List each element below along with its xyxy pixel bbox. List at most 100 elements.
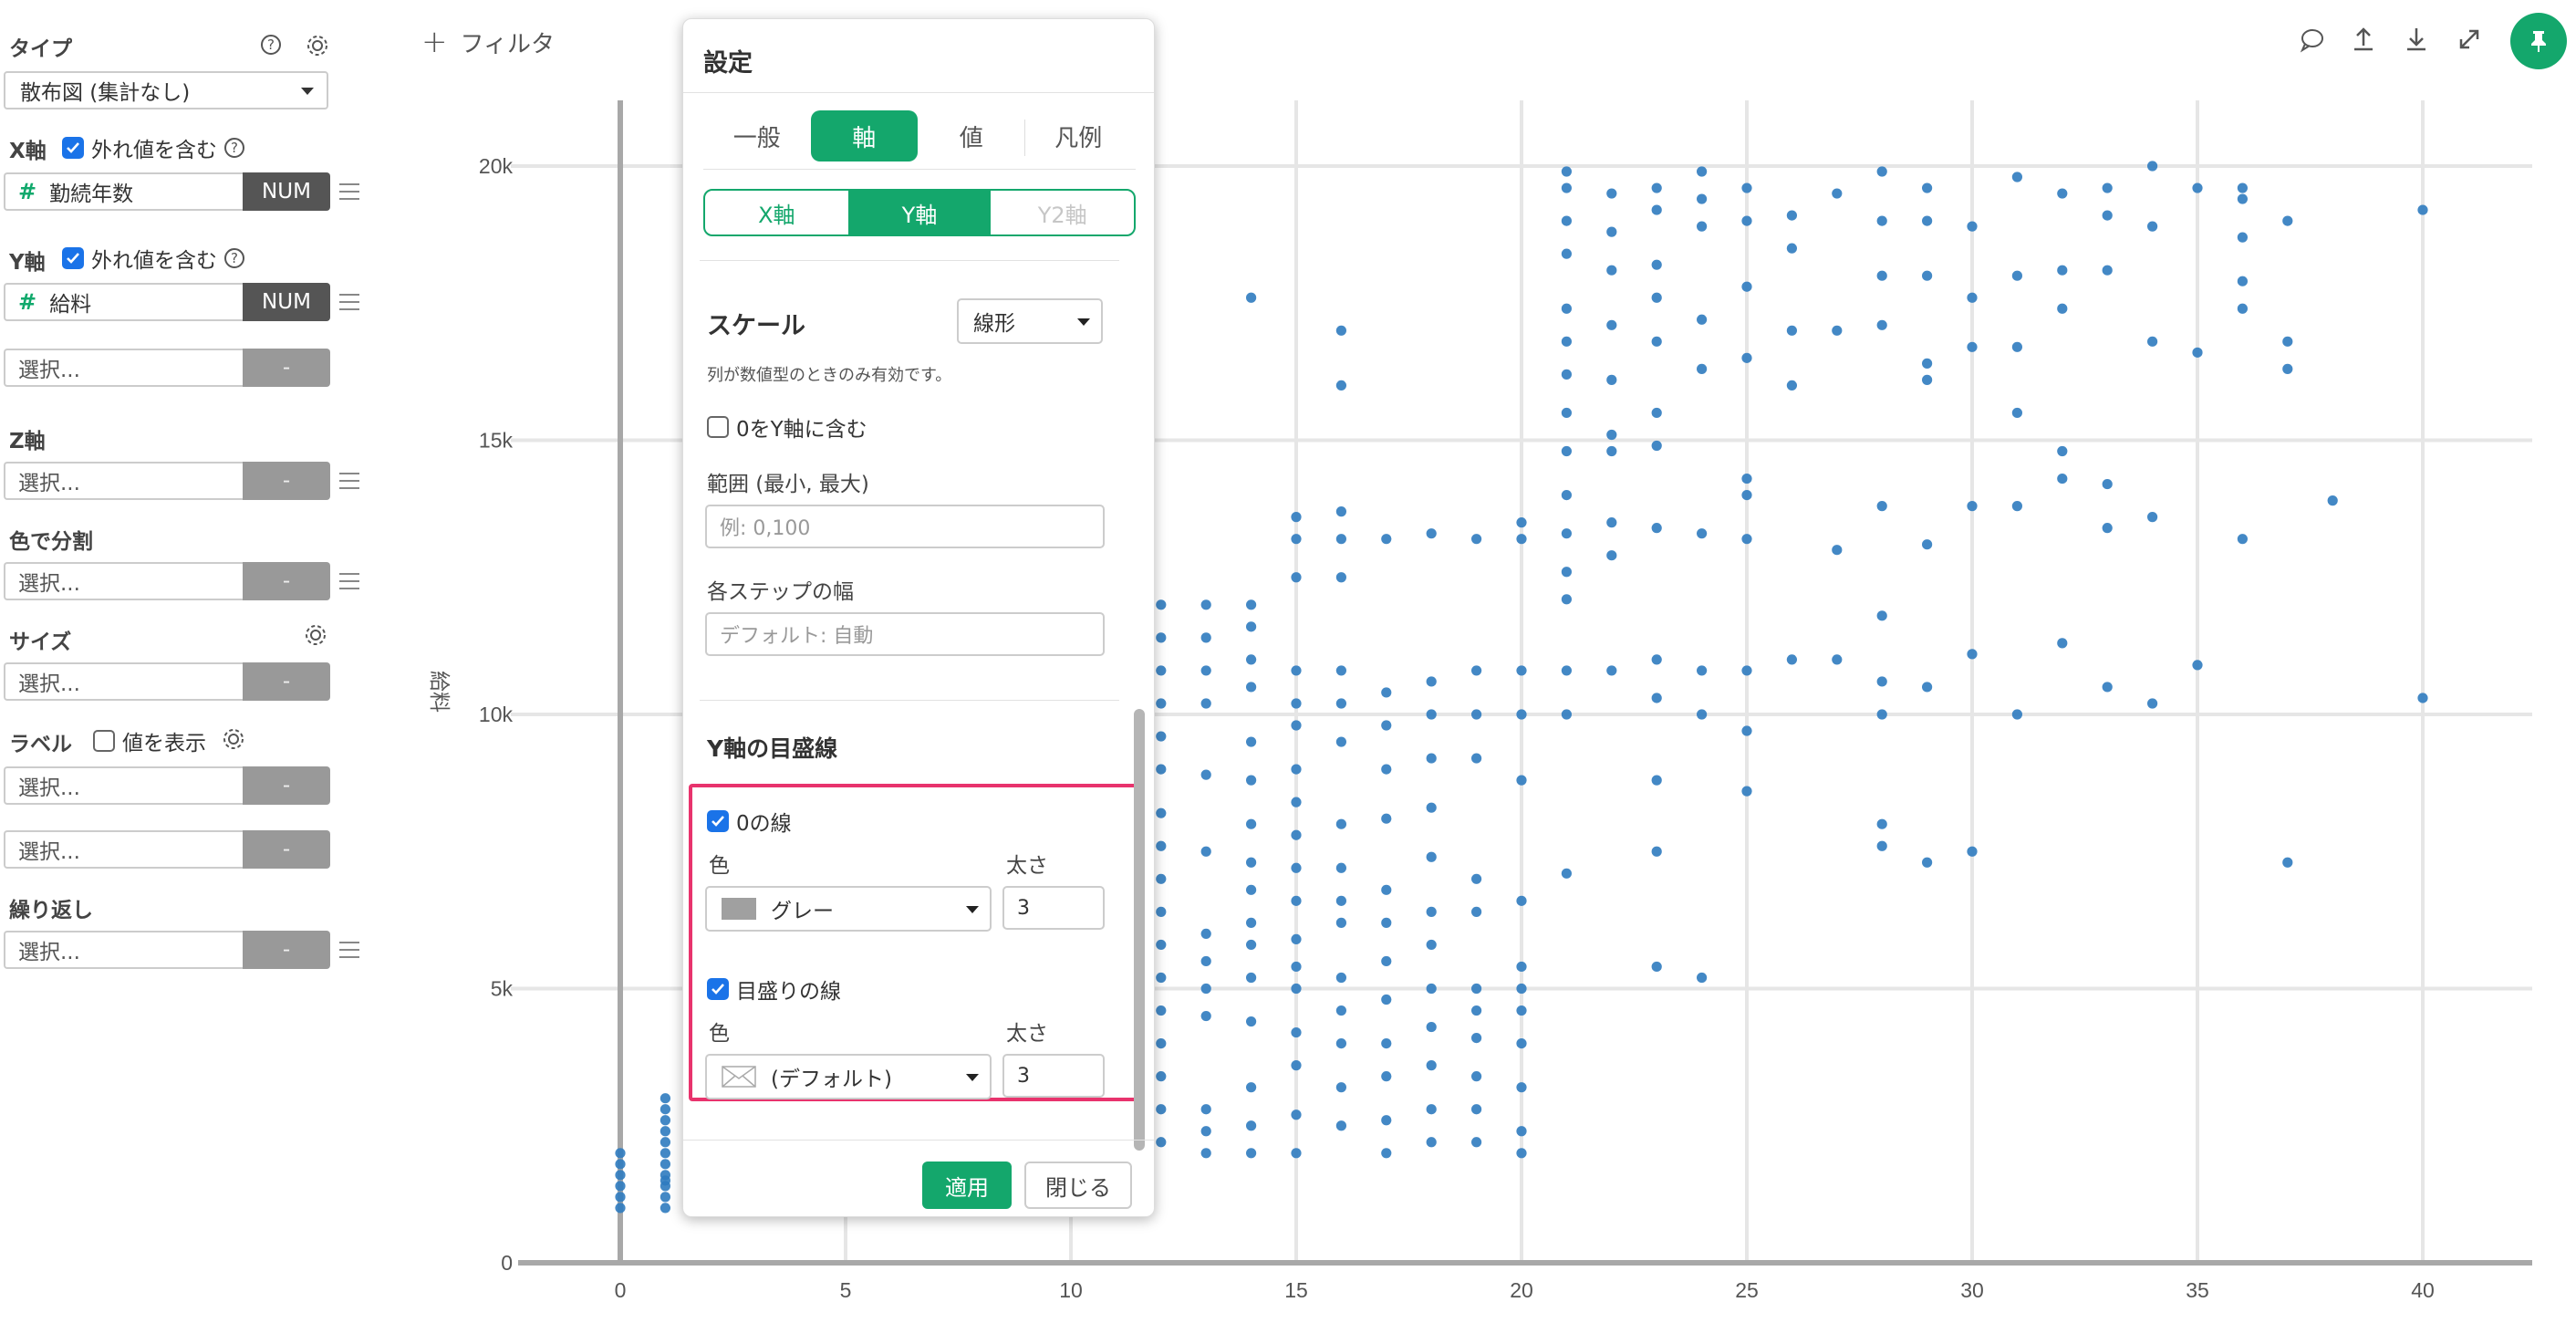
tick-line-color-select[interactable]: (デフォルト) <box>705 1054 992 1099</box>
show-values-checkbox[interactable]: 値を表示 <box>93 725 206 756</box>
data-point <box>615 1192 626 1203</box>
data-point <box>1606 188 1617 199</box>
data-point <box>1426 528 1437 539</box>
repeat-field[interactable]: 選択... - <box>4 931 330 969</box>
zero-line-checkbox[interactable]: 0の線 <box>707 806 792 837</box>
zero-line-width-input[interactable]: 3 <box>1002 886 1105 930</box>
z-axis-field[interactable]: 選択... - <box>4 462 330 500</box>
tab-y-axis[interactable]: Y軸 <box>847 191 992 234</box>
data-point <box>2237 303 2248 314</box>
tab-x-axis[interactable]: X軸 <box>705 191 848 234</box>
help-icon[interactable]: ? <box>224 138 244 158</box>
data-point <box>1246 1082 1257 1093</box>
axis-tabs: X軸 Y軸 Y2軸 <box>703 189 1136 236</box>
data-point <box>2282 215 2293 226</box>
y-axis-extra-field[interactable]: 選択... - <box>4 349 330 387</box>
data-point <box>1516 1148 1527 1159</box>
data-point <box>1381 813 1392 824</box>
data-point <box>1786 243 1797 254</box>
label-field-1[interactable]: 選択... - <box>4 766 330 805</box>
x-tick-label: 20 <box>1510 1278 1533 1302</box>
data-point <box>1156 632 1167 643</box>
expand-icon[interactable] <box>2454 24 2485 55</box>
data-point <box>1335 736 1346 747</box>
menu-icon[interactable] <box>339 294 359 310</box>
tab-values[interactable]: 値 <box>918 110 1025 161</box>
data-point <box>1516 1126 1527 1137</box>
x-axis-field[interactable]: # 勤続年数 NUM <box>4 172 330 211</box>
settings-dialog: 設定 一般 軸 値 凡例 X軸 Y軸 Y2軸 スケール 線形 列が数値型のときの… <box>682 18 1155 1217</box>
pin-icon <box>2531 31 2546 52</box>
data-point <box>1876 166 1887 177</box>
checkbox-checked-icon[interactable] <box>707 810 729 832</box>
checkbox-checked-icon[interactable] <box>707 978 729 1000</box>
color-split-field[interactable]: 選択... - <box>4 562 330 600</box>
upload-icon[interactable] <box>2348 24 2379 55</box>
zero-line-color-select[interactable]: グレー <box>705 886 992 932</box>
y-outlier-checkbox[interactable]: 外れ値を含む ? <box>62 243 244 274</box>
data-point <box>1876 270 1887 281</box>
tab-general[interactable]: 一般 <box>703 110 811 161</box>
gear-icon[interactable] <box>221 726 246 752</box>
range-input[interactable]: 例: 0,100 <box>705 505 1105 548</box>
checkbox-checked-icon[interactable] <box>62 247 84 269</box>
data-point <box>2102 265 2113 276</box>
data-point <box>1335 972 1346 984</box>
y-axis-field[interactable]: # 給料 NUM <box>4 283 330 321</box>
pin-button[interactable] <box>2510 13 2567 69</box>
menu-icon[interactable] <box>339 473 359 489</box>
step-input[interactable]: デフォルト: 自動 <box>705 612 1105 656</box>
menu-icon[interactable] <box>339 183 359 200</box>
help-icon[interactable]: ? <box>224 248 244 268</box>
x-outlier-checkbox[interactable]: 外れ値を含む ? <box>62 132 244 163</box>
gear-icon[interactable] <box>303 622 328 648</box>
include-zero-checkbox[interactable]: 0をY軸に含む <box>707 411 867 443</box>
data-point <box>1200 1126 1211 1137</box>
data-point <box>1156 665 1167 676</box>
data-point <box>615 1148 626 1159</box>
data-point <box>1606 265 1617 276</box>
scrollbar-thumb[interactable] <box>1134 709 1145 1151</box>
data-point <box>1922 182 1933 193</box>
data-point <box>1561 303 1572 314</box>
data-point <box>1335 895 1346 906</box>
apply-button[interactable]: 適用 <box>922 1162 1012 1209</box>
menu-icon[interactable] <box>339 573 359 589</box>
data-point <box>1516 709 1527 720</box>
data-point <box>1156 873 1167 884</box>
scale-select[interactable]: 線形 <box>957 298 1103 344</box>
close-button[interactable]: 閉じる <box>1024 1162 1132 1209</box>
tick-line-width-input[interactable]: 3 <box>1002 1054 1105 1098</box>
chart-type-select[interactable]: 散布図 (集計なし) <box>4 71 328 109</box>
checkbox-unchecked-icon[interactable] <box>93 730 115 752</box>
data-point <box>1156 807 1167 818</box>
data-point <box>1291 1026 1302 1038</box>
download-icon[interactable] <box>2401 24 2432 55</box>
tab-legend[interactable]: 凡例 <box>1025 110 1133 161</box>
data-point <box>1200 955 1211 967</box>
menu-icon[interactable] <box>339 942 359 958</box>
tick-line-checkbox[interactable]: 目盛りの線 <box>707 974 841 1005</box>
tab-axis[interactable]: 軸 <box>810 110 918 161</box>
data-point <box>1876 676 1887 687</box>
size-field[interactable]: 選択... - <box>4 662 330 701</box>
data-point <box>615 1203 626 1214</box>
data-point <box>1426 1060 1437 1071</box>
data-point <box>1606 517 1617 528</box>
checkbox-unchecked-icon[interactable] <box>707 416 729 438</box>
data-point <box>2237 182 2248 193</box>
data-point <box>2011 709 2022 720</box>
data-point <box>1381 1148 1392 1159</box>
gear-icon[interactable] <box>305 33 330 58</box>
data-point <box>1291 1109 1302 1120</box>
data-point <box>1561 166 1572 177</box>
help-icon[interactable]: ? <box>261 35 281 55</box>
label-field-2[interactable]: 選択... - <box>4 830 330 869</box>
data-point <box>2192 182 2203 193</box>
data-point <box>1246 1016 1257 1027</box>
data-point <box>1606 665 1617 676</box>
data-point <box>660 1192 671 1203</box>
add-filter-button[interactable]: + フィルタ <box>421 24 555 60</box>
comment-icon[interactable] <box>2297 24 2328 55</box>
checkbox-checked-icon[interactable] <box>62 137 84 159</box>
